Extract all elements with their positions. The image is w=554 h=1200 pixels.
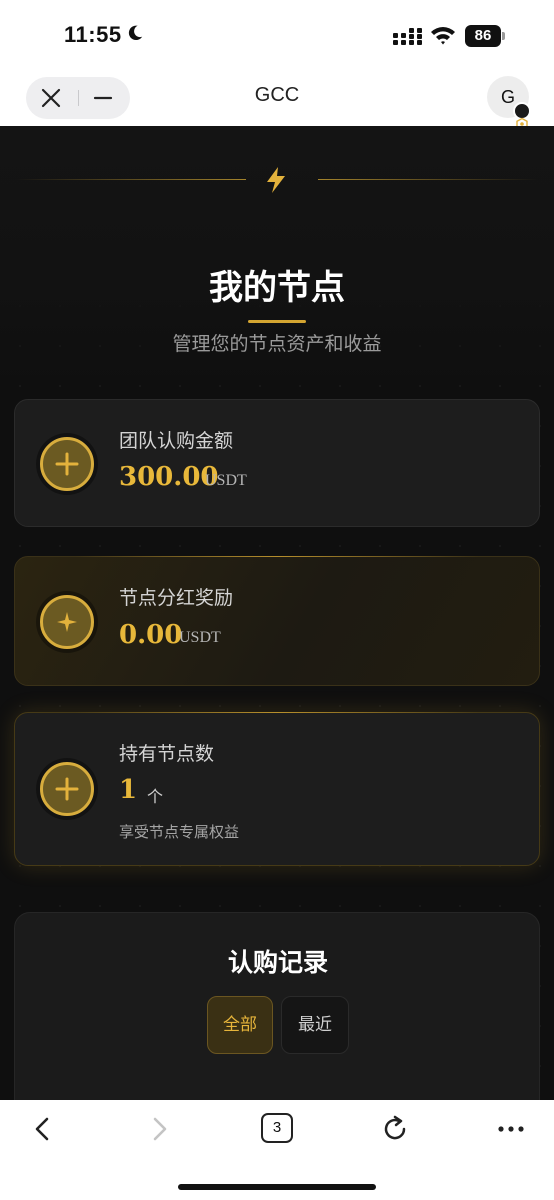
title-underline — [248, 320, 306, 323]
plus-circle-icon — [40, 762, 94, 816]
hero-subtitle: 管理您的节点资产和收益 — [172, 333, 382, 355]
hero-divider-right — [318, 179, 538, 180]
hero-title: 我的节点 — [209, 268, 345, 308]
battery-level: 86 — [465, 25, 501, 47]
hero-divider-left — [16, 179, 246, 180]
tab-recent[interactable]: 最近 — [281, 996, 349, 1054]
node-dividend-card: 节点分红奖励 0.00 USDT — [14, 556, 540, 686]
card-unit: USDT — [205, 472, 247, 489]
plus-circle-icon — [40, 437, 94, 491]
card-note: 享受节点专属权益 — [119, 823, 240, 841]
card-value: 1 — [119, 775, 138, 805]
reload-icon[interactable] — [380, 1114, 410, 1144]
token-badge-icon — [513, 102, 531, 131]
records-title: 认购记录 — [227, 948, 328, 977]
card-label: 团队认购金额 — [119, 430, 234, 452]
moon-icon — [128, 25, 143, 41]
sparkle-icon — [40, 595, 94, 649]
card-label: 节点分红奖励 — [119, 587, 234, 609]
battery-indicator: 86 — [465, 25, 505, 47]
tab-all[interactable]: 全部 — [207, 996, 273, 1054]
status-time: 11:55 — [64, 22, 122, 47]
browser-header: GCC G — [0, 72, 554, 131]
wifi-icon — [431, 27, 455, 45]
browser-toolbar: 3 — [0, 1100, 554, 1200]
lightning-icon — [267, 167, 285, 193]
back-icon[interactable] — [28, 1114, 58, 1144]
card-label: 持有节点数 — [119, 743, 215, 765]
avatar[interactable]: G — [487, 76, 531, 131]
card-unit: 个 — [147, 787, 164, 806]
forward-icon[interactable] — [144, 1114, 174, 1144]
status-bar: 11:55 86 — [0, 0, 554, 72]
card-value: 0.00 — [119, 620, 183, 650]
tabs-count-button[interactable]: 3 — [261, 1113, 293, 1143]
home-indicator — [178, 1184, 376, 1190]
subscription-records-panel: 认购记录 全部 最近 — [14, 912, 540, 1100]
main-content: 我的节点 管理您的节点资产和收益 团队认购金额 300.00 USDT 节点分红… — [0, 126, 554, 1100]
card-value: 300.00 — [119, 462, 219, 492]
nodes-held-card: 持有节点数 1 个 享受节点专属权益 — [14, 712, 540, 866]
page-title: GCC — [254, 84, 300, 106]
signal-icon — [393, 28, 422, 45]
more-icon[interactable] — [496, 1114, 526, 1144]
team-subscription-card: 团队认购金额 300.00 USDT — [14, 399, 540, 527]
card-unit: USDT — [179, 629, 221, 646]
avatar-letter: G — [500, 87, 515, 107]
